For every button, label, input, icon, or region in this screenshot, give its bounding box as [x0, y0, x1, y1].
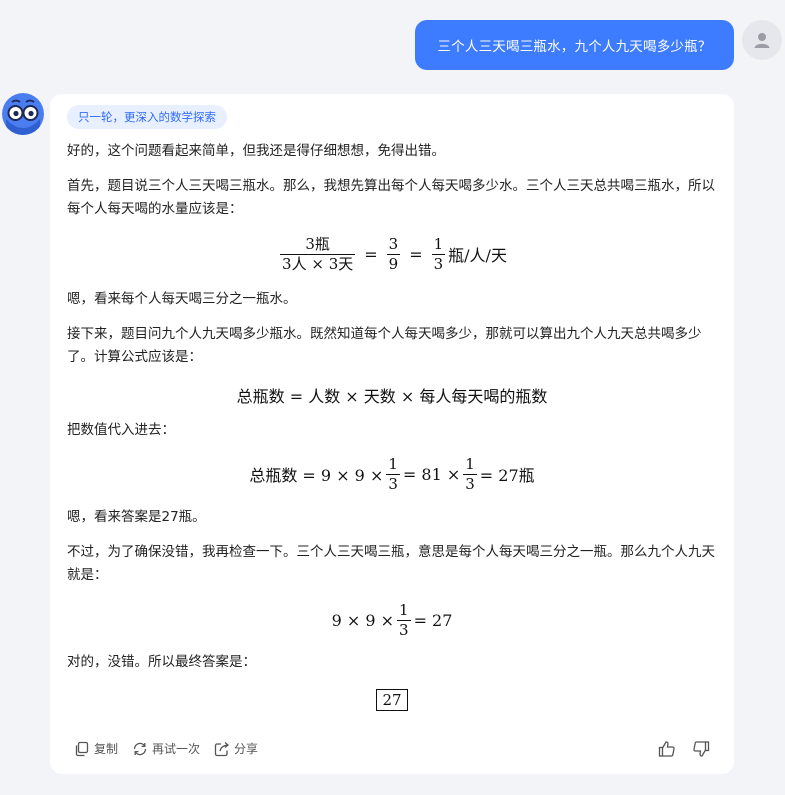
thumbs-up-icon [658, 741, 675, 757]
retry-button[interactable]: 再试一次 [132, 740, 200, 757]
bot-avatar [2, 93, 44, 135]
like-button[interactable] [658, 740, 676, 758]
share-button[interactable]: 分享 [214, 740, 258, 757]
fraction: 1 3 [397, 600, 411, 639]
fraction: 1 3 [386, 454, 400, 493]
share-label: 分享 [234, 742, 259, 756]
mode-tag-label: 只一轮，更深入的数学探索 [78, 110, 216, 124]
thumbs-down-icon [693, 741, 710, 757]
mode-tag[interactable]: 只一轮，更深入的数学探索 [67, 105, 227, 129]
rate-unit: 瓶/人/天 [448, 246, 507, 265]
answer-paragraph: 嗯，看来答案是27瓶。 [67, 509, 206, 525]
final-answer-box: 27 [376, 689, 408, 711]
user-message-bubble: 三个人三天喝三瓶水，九个人九天喝多少瓶？ [415, 20, 734, 70]
answer-paragraph: 好的，这个问题看起来简单，但我还是得仔细想想，免得出错。 [67, 143, 445, 159]
bot-glasses-icon [2, 93, 44, 135]
refresh-icon [133, 742, 147, 755]
dislike-button[interactable] [692, 740, 710, 758]
copy-icon [75, 741, 89, 756]
fraction: 3 9 [386, 234, 401, 273]
equation-check: 9 × 9 × 1 3 = 27 [331, 600, 453, 639]
copy-label: 复制 [94, 742, 119, 756]
user-message-text: 三个人三天喝三瓶水，九个人九天喝多少瓶？ [437, 39, 712, 55]
feedback-bar [658, 740, 710, 758]
fraction: 1 3 [431, 234, 446, 273]
answer-paragraph: 嗯，看来每个人每天喝三分之一瓶水。 [67, 291, 297, 307]
equation-per-person-rate: 3瓶 3人 × 3天 = 3 9 = 1 3 瓶/人/天 [280, 234, 507, 273]
action-bar: 复制 再试一次 分享 [74, 740, 258, 757]
answer-paragraph: 把数值代入进去： [67, 422, 175, 438]
person-icon [754, 33, 770, 48]
answer-card: 只一轮，更深入的数学探索 好的，这个问题看起来简单，但我还是得仔细想想，免得出错… [50, 94, 734, 774]
user-avatar[interactable] [742, 20, 782, 60]
equation-formula: 总瓶数 = 人数 × 天数 × 每人每天喝的瓶数 [236, 387, 548, 406]
fraction: 3瓶 3人 × 3天 [280, 234, 356, 273]
answer-paragraph: 首先，题目说三个人三天喝三瓶水。那么，我想先算出每个人每天喝多少水。三个人三天总… [67, 178, 715, 217]
equation-substitution: 总瓶数 = 9 × 9 × 1 3 = 81 × 1 3 = 27瓶 [249, 454, 535, 493]
fraction: 1 3 [463, 454, 477, 493]
answer-paragraph: 接下来，题目问九个人九天喝多少瓶水。既然知道每个人每天喝多少，那就可以算出九个人… [67, 326, 702, 365]
retry-label: 再试一次 [152, 742, 201, 756]
copy-button[interactable]: 复制 [74, 740, 118, 757]
share-icon [214, 741, 230, 756]
final-answer: 27 [67, 687, 717, 713]
answer-paragraph: 不过，为了确保没错，我再检查一下。三个人三天喝三瓶，意思是每个人每天喝三分之一瓶… [67, 544, 715, 583]
answer-paragraph: 对的，没错。所以最终答案是： [67, 654, 256, 670]
